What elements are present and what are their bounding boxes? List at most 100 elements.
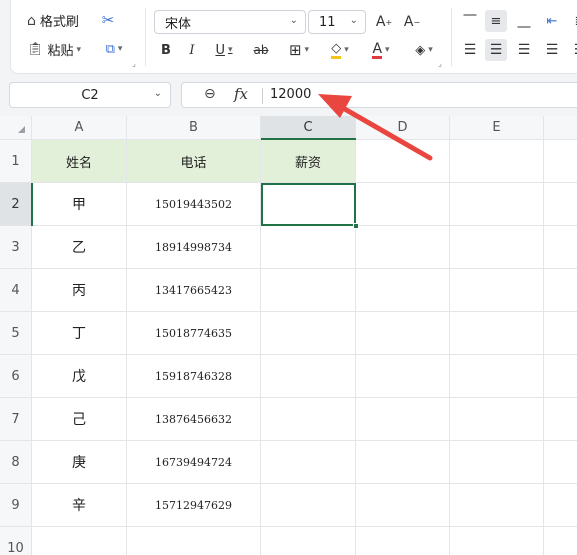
column-header-b[interactable]: B <box>127 116 261 140</box>
cell-b6[interactable]: 15918746328 <box>127 355 261 398</box>
cut-button[interactable]: ✂ <box>97 9 119 31</box>
format-painter-button[interactable]: ⌂ 格式刷 <box>27 11 79 31</box>
cell-a3[interactable]: 乙 <box>32 226 127 269</box>
column-header-a[interactable]: A <box>32 116 127 140</box>
column-header-c[interactable]: C <box>261 116 356 140</box>
cell-c8[interactable] <box>261 441 356 484</box>
cell-e3[interactable] <box>450 226 544 269</box>
row-header-5[interactable]: 5 <box>0 312 32 355</box>
row-header-10[interactable]: 10 <box>0 527 32 555</box>
row-header-7[interactable]: 7 <box>0 398 32 441</box>
cell-d10[interactable] <box>356 527 450 555</box>
function-icon[interactable]: fx <box>234 85 248 103</box>
cell-b7[interactable]: 13876456632 <box>127 398 261 441</box>
row-header-9[interactable]: 9 <box>0 484 32 527</box>
cell-b5[interactable]: 15018774635 <box>127 312 261 355</box>
cell-c2[interactable] <box>261 183 356 226</box>
row-header-1[interactable]: 1 <box>0 140 32 183</box>
cell-d3[interactable] <box>356 226 450 269</box>
cell-d4[interactable] <box>356 269 450 312</box>
align-left-button[interactable]: ☰ <box>459 39 481 61</box>
cell-a7[interactable]: 己 <box>32 398 127 441</box>
name-box[interactable]: C2 ⌄ <box>9 82 171 108</box>
cell-e6[interactable] <box>450 355 544 398</box>
font-color-button[interactable]: A ▾ <box>365 39 397 61</box>
cell-b1[interactable]: 电话 <box>127 140 261 183</box>
grow-font-button[interactable]: A + <box>373 11 395 33</box>
cell-a5[interactable]: 丁 <box>32 312 127 355</box>
cell-d2[interactable] <box>356 183 450 226</box>
cell-a8[interactable]: 庚 <box>32 441 127 484</box>
align-top-button[interactable]: ⎺ <box>459 10 481 32</box>
cell-e7[interactable] <box>450 398 544 441</box>
row-header-8[interactable]: 8 <box>0 441 32 484</box>
cell-d7[interactable] <box>356 398 450 441</box>
cell-b2[interactable]: 15019443502 <box>127 183 261 226</box>
cell-e10[interactable] <box>450 527 544 555</box>
cell-f4[interactable] <box>544 269 577 312</box>
cell-a1[interactable]: 姓名 <box>32 140 127 183</box>
border-button[interactable]: ⊞ ▾ <box>283 39 315 61</box>
cell-e1[interactable] <box>450 140 544 183</box>
cell-b10[interactable] <box>127 527 261 555</box>
cell-e5[interactable] <box>450 312 544 355</box>
cell-a9[interactable]: 辛 <box>32 484 127 527</box>
row-header-6[interactable]: 6 <box>0 355 32 398</box>
column-header-f[interactable] <box>544 116 577 140</box>
cell-c7[interactable] <box>261 398 356 441</box>
cell-f8[interactable] <box>544 441 577 484</box>
cell-c9[interactable] <box>261 484 356 527</box>
formula-input[interactable]: 12000 <box>270 87 311 102</box>
fill-color-button[interactable]: ◇ ▾ <box>323 39 357 61</box>
cell-b3[interactable]: 18914998734 <box>127 226 261 269</box>
font-size-select[interactable]: 11 ⌄ <box>308 10 366 34</box>
cell-c4[interactable] <box>261 269 356 312</box>
decrease-indent-button[interactable]: ⇤ <box>541 10 563 32</box>
cell-c3[interactable] <box>261 226 356 269</box>
cell-a10[interactable] <box>32 527 127 555</box>
align-bottom-button[interactable]: ⎽ <box>513 10 535 32</box>
cell-d9[interactable] <box>356 484 450 527</box>
cell-c1[interactable]: 薪资 <box>261 140 356 183</box>
cell-f2[interactable] <box>544 183 577 226</box>
row-header-2[interactable]: 2 <box>0 183 32 226</box>
formula-bar[interactable]: ⊖ fx 12000 <box>181 82 577 108</box>
cell-f3[interactable] <box>544 226 577 269</box>
cell-f1[interactable] <box>544 140 577 183</box>
paste-button[interactable]: 📋︎ 粘贴 ▾ <box>27 40 81 59</box>
justify-button[interactable]: ☰ <box>541 39 563 61</box>
cell-e4[interactable] <box>450 269 544 312</box>
row-header-3[interactable]: 3 <box>0 226 32 269</box>
align-center-button[interactable]: ☰ <box>485 39 507 61</box>
underline-button[interactable]: U ▾ <box>209 39 239 61</box>
clipboard-expand-icon[interactable]: ⌟ <box>129 58 139 68</box>
font-expand-icon[interactable]: ⌟ <box>435 58 445 68</box>
cell-f9[interactable] <box>544 484 577 527</box>
copy-button[interactable]: ⧉ ▾ <box>99 38 129 60</box>
font-name-select[interactable]: 宋体 ⌄ <box>154 10 306 34</box>
cell-c10[interactable] <box>261 527 356 555</box>
strikethrough-button[interactable]: ab <box>249 39 273 61</box>
cell-c5[interactable] <box>261 312 356 355</box>
shrink-font-button[interactable]: A − <box>401 11 423 33</box>
cell-f6[interactable] <box>544 355 577 398</box>
cell-e2[interactable] <box>450 183 544 226</box>
cell-f5[interactable] <box>544 312 577 355</box>
cell-d8[interactable] <box>356 441 450 484</box>
select-all-button[interactable] <box>0 116 32 140</box>
cell-f10[interactable] <box>544 527 577 555</box>
cell-b4[interactable]: 13417665423 <box>127 269 261 312</box>
increase-indent-button[interactable]: ≣ <box>569 10 577 32</box>
cell-a4[interactable]: 丙 <box>32 269 127 312</box>
bold-button[interactable]: B <box>157 39 175 61</box>
align-middle-button[interactable]: ≡ <box>485 10 507 32</box>
cell-c6[interactable] <box>261 355 356 398</box>
cell-f7[interactable] <box>544 398 577 441</box>
cell-e9[interactable] <box>450 484 544 527</box>
row-header-4[interactable]: 4 <box>0 269 32 312</box>
cell-b9[interactable]: 15712947629 <box>127 484 261 527</box>
cell-a2[interactable]: 甲 <box>32 183 127 226</box>
italic-button[interactable]: I <box>183 39 201 61</box>
cell-d1[interactable] <box>356 140 450 183</box>
fill-handle[interactable] <box>353 223 359 229</box>
